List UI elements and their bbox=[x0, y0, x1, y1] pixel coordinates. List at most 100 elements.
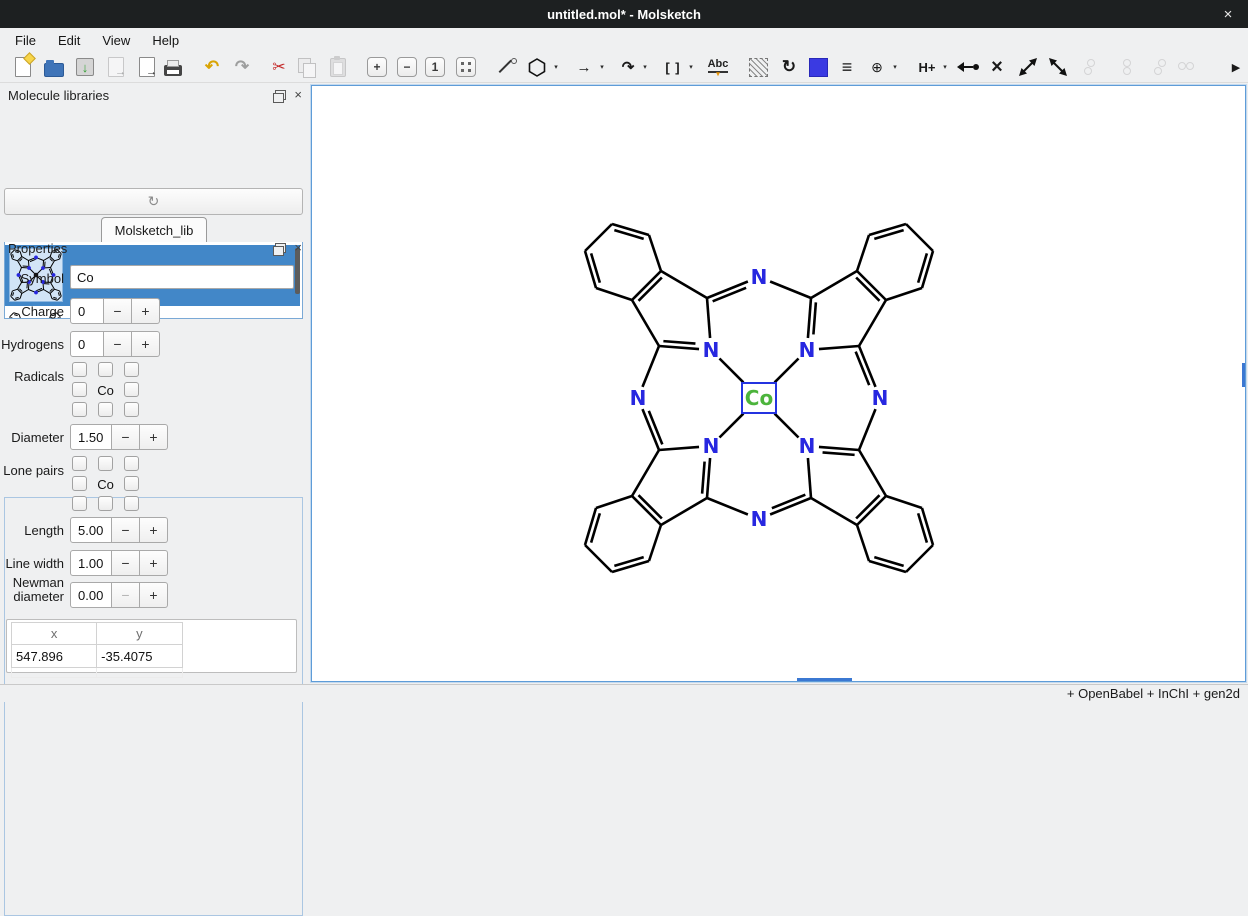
undo-button[interactable]: ↶ bbox=[200, 55, 224, 79]
radical-checkbox[interactable] bbox=[98, 362, 113, 377]
draw-tool-button[interactable] bbox=[495, 55, 519, 79]
delete-tool-button[interactable]: × bbox=[985, 55, 1009, 79]
menu-view[interactable]: View bbox=[91, 30, 141, 51]
hydrogen-tool-button[interactable]: H+ bbox=[915, 55, 939, 79]
svg-text:N: N bbox=[799, 434, 816, 458]
library-refresh-button[interactable]: ↻ bbox=[4, 188, 303, 215]
line-width-minus-button[interactable]: − bbox=[112, 550, 140, 576]
diameter-plus-button[interactable]: + bbox=[140, 424, 168, 450]
lone-pair-checkbox[interactable] bbox=[98, 496, 113, 511]
radical-checkbox[interactable] bbox=[72, 362, 87, 377]
library-float-icon[interactable] bbox=[275, 90, 286, 100]
mechanism-arrow-button[interactable]: ↷ bbox=[616, 55, 640, 79]
import-button: → bbox=[104, 55, 128, 79]
radical-checkbox[interactable] bbox=[72, 382, 87, 397]
lone-pair-checkbox[interactable] bbox=[124, 456, 139, 471]
properties-close-icon[interactable]: × bbox=[294, 243, 302, 253]
coord-y-value[interactable]: -35.4075 bbox=[97, 645, 183, 668]
zoom-in-icon: + bbox=[367, 57, 387, 77]
toolbar-expand-button[interactable]: ▶ bbox=[1224, 55, 1248, 79]
mechanism-arrow-dropdown[interactable]: ▾ bbox=[640, 63, 650, 75]
bracket-tool-button[interactable]: [ ] bbox=[661, 55, 685, 79]
zoom-original-button[interactable]: 1 bbox=[423, 55, 447, 79]
canvas-horizontal-scrollbar[interactable] bbox=[797, 678, 852, 681]
hydrogen-tool-dropdown[interactable]: ▾ bbox=[940, 63, 950, 75]
length-minus-button[interactable]: − bbox=[112, 517, 140, 543]
hydrogens-label: Hydrogens bbox=[0, 337, 64, 352]
ring-tool-dropdown[interactable]: ▾ bbox=[551, 63, 561, 75]
symbol-label: Symbol bbox=[0, 271, 64, 286]
align-vertical-button bbox=[1115, 55, 1139, 79]
lone-pair-checkbox[interactable] bbox=[124, 496, 139, 511]
coord-x-value[interactable]: 547.896 bbox=[12, 645, 97, 668]
title-bar: untitled.mol* - Molsketch × bbox=[0, 0, 1248, 28]
symbol-field[interactable] bbox=[70, 265, 294, 289]
electron-pusher-button[interactable] bbox=[956, 55, 980, 79]
hatch-tool-button[interactable] bbox=[746, 55, 770, 79]
radical-checkbox[interactable] bbox=[124, 382, 139, 397]
menu-file[interactable]: File bbox=[4, 30, 47, 51]
newman-diameter-value[interactable]: 0.00 bbox=[70, 582, 112, 608]
lone-pair-checkbox[interactable] bbox=[72, 476, 87, 491]
open-file-button[interactable] bbox=[42, 55, 66, 79]
status-text: + OpenBabel + InChI + gen2d bbox=[1067, 686, 1240, 701]
radical-checkbox[interactable] bbox=[72, 402, 87, 417]
radical-checkbox[interactable] bbox=[124, 362, 139, 377]
color-tool-button[interactable] bbox=[806, 55, 830, 79]
length-value[interactable]: 5.00 bbox=[70, 517, 112, 543]
new-file-button[interactable] bbox=[11, 55, 35, 79]
hydrogens-plus-button[interactable]: + bbox=[132, 331, 160, 357]
hydrogens-value[interactable]: 0 bbox=[70, 331, 104, 357]
length-label: Length bbox=[0, 523, 64, 538]
charge-value[interactable]: 0 bbox=[70, 298, 104, 324]
cut-button[interactable]: ✂ bbox=[267, 55, 291, 79]
canvas-vertical-scrollbar[interactable] bbox=[1242, 363, 1245, 387]
flip-horizontal-button[interactable] bbox=[1016, 55, 1040, 79]
radical-checkbox[interactable] bbox=[124, 402, 139, 417]
window-close-icon[interactable]: × bbox=[1218, 4, 1238, 24]
lone-pair-checkbox[interactable] bbox=[124, 476, 139, 491]
rotate-tool-button[interactable]: ↻ bbox=[777, 55, 801, 79]
reaction-arrow-button[interactable]: → bbox=[572, 55, 596, 79]
library-close-icon[interactable]: × bbox=[294, 90, 302, 100]
print-button[interactable] bbox=[161, 55, 185, 79]
export-button[interactable]: → bbox=[135, 55, 159, 79]
newman-diameter-minus-button: − bbox=[112, 582, 140, 608]
paste-icon bbox=[330, 58, 346, 77]
diameter-value[interactable]: 1.50 bbox=[70, 424, 112, 450]
length-plus-button[interactable]: + bbox=[140, 517, 168, 543]
molsketch-window: untitled.mol* - Molsketch × File Edit Vi… bbox=[0, 0, 1248, 702]
coord-column-x: x bbox=[12, 623, 97, 645]
align-top-icon bbox=[1084, 59, 1100, 75]
hydrogens-minus-button[interactable]: − bbox=[104, 331, 132, 357]
line-width-value[interactable]: 1.00 bbox=[70, 550, 112, 576]
copy-button bbox=[295, 55, 319, 79]
coordinates-table-frame: x y 547.896 -35.4075 bbox=[6, 619, 297, 673]
bracket-tool-dropdown[interactable]: ▾ bbox=[686, 63, 696, 75]
charge-minus-button[interactable]: − bbox=[104, 298, 132, 324]
menu-help[interactable]: Help bbox=[141, 30, 190, 51]
charge-tool-button[interactable]: ⊕ bbox=[865, 55, 889, 79]
save-button[interactable]: ↓ bbox=[73, 55, 97, 79]
ring-tool-button[interactable] bbox=[525, 55, 549, 79]
text-tool-button[interactable]: Abc▾ bbox=[706, 55, 730, 79]
properties-float-icon[interactable] bbox=[275, 243, 286, 253]
lone-pair-checkbox[interactable] bbox=[98, 456, 113, 471]
zoom-in-button[interactable]: + bbox=[365, 55, 389, 79]
menu-edit[interactable]: Edit bbox=[47, 30, 91, 51]
charge-tool-dropdown[interactable]: ▾ bbox=[890, 63, 900, 75]
diameter-minus-button[interactable]: − bbox=[112, 424, 140, 450]
lone-pair-checkbox[interactable] bbox=[72, 496, 87, 511]
lone-pair-checkbox[interactable] bbox=[72, 456, 87, 471]
color-swatch-icon bbox=[809, 58, 828, 77]
drawing-canvas[interactable]: CoNNNNNNNN bbox=[311, 85, 1246, 682]
radical-checkbox[interactable] bbox=[98, 402, 113, 417]
line-width-plus-button[interactable]: + bbox=[140, 550, 168, 576]
flip-vertical-button[interactable] bbox=[1046, 55, 1070, 79]
zoom-out-button[interactable]: − bbox=[395, 55, 419, 79]
newman-diameter-plus-button[interactable]: + bbox=[140, 582, 168, 608]
charge-plus-button[interactable]: + bbox=[132, 298, 160, 324]
reaction-arrow-dropdown[interactable]: ▾ bbox=[597, 63, 607, 75]
line-width-button[interactable]: ≡ bbox=[835, 55, 859, 79]
zoom-fit-button[interactable] bbox=[454, 55, 478, 79]
